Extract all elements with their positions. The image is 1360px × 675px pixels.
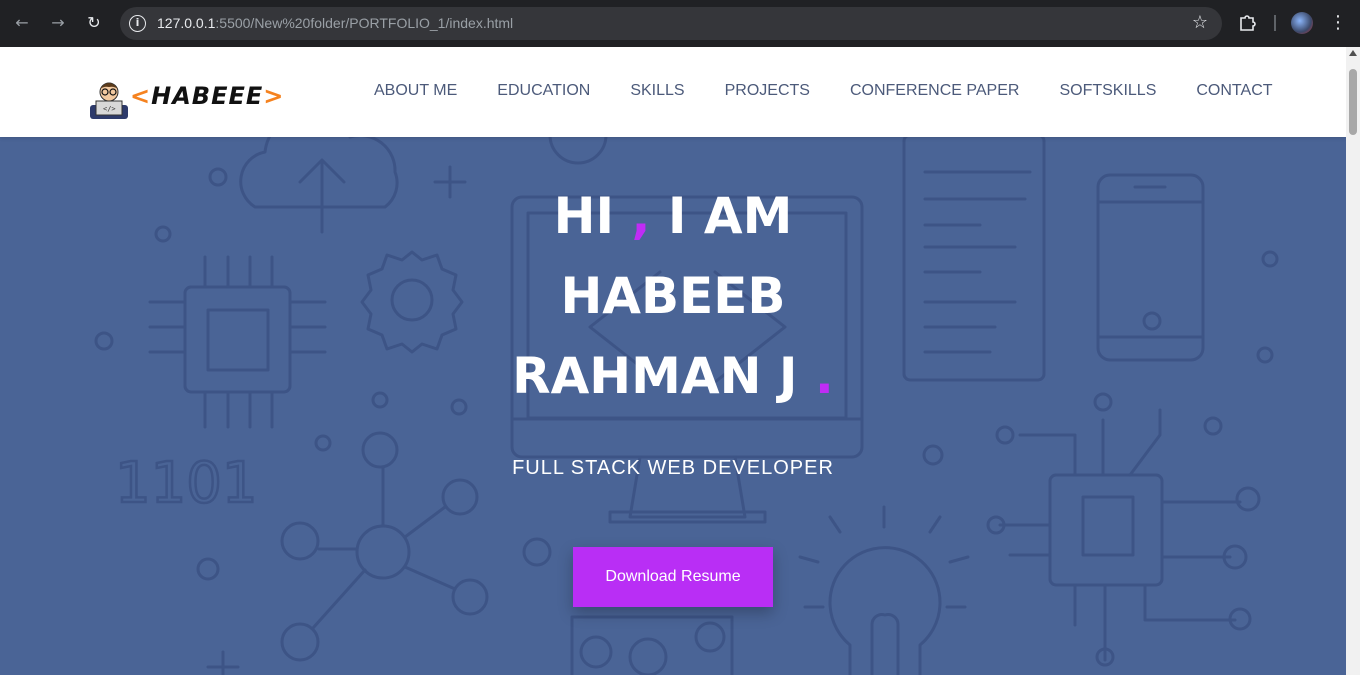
nav-link-softskills[interactable]: SOFTSKILLS — [1059, 82, 1156, 100]
scrollbar-thumb[interactable] — [1349, 69, 1357, 135]
primary-nav: ABOUT ME EDUCATION SKILLS PROJECTS CONFE… — [374, 82, 1313, 100]
logo-text: <HABEEE> — [130, 82, 285, 110]
nav-link-projects[interactable]: PROJECTS — [725, 82, 810, 100]
nav-link-skills[interactable]: SKILLS — [630, 82, 684, 100]
star-icon[interactable]: ☆ — [1192, 12, 1208, 33]
toolbar-separator — [1274, 15, 1276, 31]
nav-link-contact[interactable]: CONTACT — [1196, 82, 1272, 100]
svg-text:</>: </> — [103, 105, 116, 113]
nav-link-education[interactable]: EDUCATION — [497, 82, 590, 100]
info-icon[interactable]: i — [129, 15, 146, 32]
developer-avatar-icon: </> — [90, 82, 128, 119]
download-resume-button[interactable]: Download Resume — [573, 547, 773, 607]
reload-icon[interactable]: ↻ — [82, 11, 106, 35]
hero-heading-line-2: HABEEB — [560, 267, 786, 325]
scroll-up-arrow-icon[interactable] — [1349, 50, 1357, 56]
hero-subtitle: FULL STACK WEB DEVELOPER — [512, 457, 834, 479]
page-scrollbar[interactable] — [1346, 47, 1360, 675]
profile-avatar[interactable] — [1291, 12, 1313, 34]
url-text[interactable]: 127.0.0.1:5500/New%20folder/PORTFOLIO_1/… — [157, 15, 513, 31]
extensions-icon[interactable] — [1238, 12, 1258, 32]
nav-link-about-me[interactable]: ABOUT ME — [374, 82, 457, 100]
hero-heading-line-1: HI , I AM — [553, 187, 793, 245]
forward-icon[interactable]: → — [46, 11, 70, 35]
kebab-menu-icon[interactable]: ⋮ — [1328, 11, 1348, 35]
back-icon[interactable]: ← — [10, 11, 34, 35]
hero-heading-line-3: RAHMAN J . — [512, 347, 834, 405]
page-viewport: 1101 </> <HABEEE> ABOUT ME EDUCATION SKI… — [0, 47, 1346, 675]
site-navbar: </> <HABEEE> ABOUT ME EDUCATION SKILLS P… — [0, 47, 1346, 137]
nav-link-conference-paper[interactable]: CONFERENCE PAPER — [850, 82, 1020, 100]
site-logo[interactable]: </> <HABEEE> — [88, 79, 288, 123]
browser-toolbar: ← → ↻ i 127.0.0.1:5500/New%20folder/PORT… — [0, 0, 1360, 47]
address-bar[interactable]: i 127.0.0.1:5500/New%20folder/PORTFOLIO_… — [120, 7, 1222, 40]
